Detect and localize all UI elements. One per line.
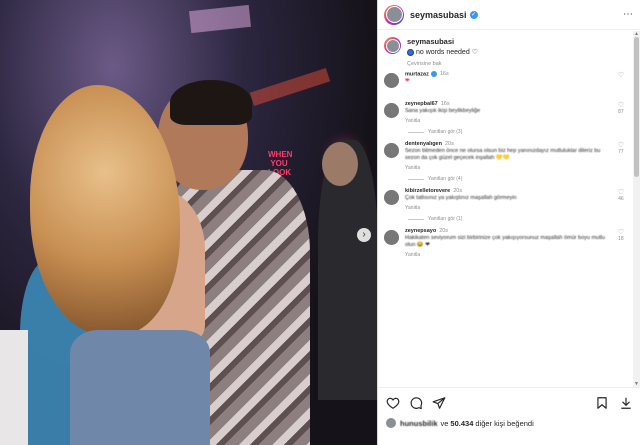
download-icon[interactable]: [619, 396, 633, 410]
bookmark-icon[interactable]: [595, 396, 609, 410]
view-replies-link[interactable]: Yanıtları gör (3): [408, 129, 632, 137]
verified-badge-icon: ✓: [469, 10, 478, 19]
comment-text: ❤: [405, 78, 410, 85]
comment-like-button[interactable]: ♡ 87: [618, 101, 624, 115]
avatar[interactable]: [384, 4, 404, 25]
next-photo-chevron-icon[interactable]: ›: [357, 228, 371, 242]
club-light: [249, 67, 331, 107]
comment-time: 20s: [453, 188, 463, 194]
liker-avatar[interactable]: [386, 418, 396, 428]
comment-item: kibirzelletorevere 20s Çok tatlısınız ya …: [378, 184, 632, 216]
background-person-head: [322, 142, 358, 186]
comment-username[interactable]: zeynepsayo: [405, 228, 436, 234]
comment-text: Çok tatlısınız ya yakıştınız maşallah gö…: [405, 195, 517, 201]
reply-link[interactable]: Yanıtla: [405, 165, 615, 172]
post-header: seymasubasi ✓ ⋯: [378, 0, 640, 30]
comment-like-button[interactable]: ♡ 46: [618, 188, 624, 202]
view-replies-link[interactable]: Yanıtları gör (1): [408, 216, 632, 224]
comment-like-count: 87: [618, 109, 624, 115]
reply-link[interactable]: Yanıtla: [405, 118, 615, 125]
comment-like-button[interactable]: ♡: [618, 71, 624, 79]
liker-username[interactable]: hunusbilik: [400, 419, 438, 428]
more-options-icon[interactable]: ⋯: [623, 9, 634, 20]
commenter-avatar[interactable]: [384, 73, 399, 88]
comment-time: 20s: [439, 228, 449, 234]
comment-item: zeynepbal67 16s Sana yakışık ikişi beylik…: [378, 97, 632, 129]
comment-time: 20s: [444, 141, 454, 147]
club-light: [189, 4, 251, 34]
commenter-avatar[interactable]: [384, 230, 399, 245]
nazar-emoji-icon: [407, 48, 414, 56]
man-hair: [170, 80, 252, 125]
background-person: [0, 330, 28, 445]
commenter-avatar[interactable]: [384, 103, 399, 118]
comment-text: Sezon bitmeden önce ne olursa olsun biz …: [405, 148, 601, 161]
commenter-avatar[interactable]: [384, 143, 399, 158]
post-side-panel: seymasubasi ✓ ⋯ seymasubasi no words nee…: [377, 0, 640, 445]
woman-hair: [30, 85, 180, 335]
comment-time: 16s: [440, 101, 450, 107]
woman-dress: [70, 330, 210, 445]
caption: seymasubasi no words needed ♡: [378, 31, 632, 58]
view-replies-label: Yanıtları gör (1): [428, 216, 463, 222]
comment-like-button[interactable]: ♡ 18: [618, 228, 624, 242]
post-photo[interactable]: WHEN YOU LOOK ›: [0, 0, 377, 445]
comment-like-button[interactable]: ♡ 77: [618, 141, 624, 155]
comment-text: Hakikaten seviyorum sizi birbirinize çok…: [405, 235, 605, 248]
action-bar: [378, 388, 640, 410]
comment-username[interactable]: zeynepbal67: [405, 101, 438, 107]
reply-link[interactable]: Yanıtla: [405, 252, 615, 259]
comment-time: 16s: [439, 71, 449, 78]
caption-text: no words needed: [416, 48, 470, 56]
heart-icon[interactable]: [386, 396, 400, 410]
view-replies-link[interactable]: Yanıtları gör (4): [408, 176, 632, 184]
heart-outline-icon: ♡: [471, 49, 478, 56]
likes-summary: hunusbilik ve 50.434 diğer kişi beğendi: [378, 410, 640, 428]
share-icon[interactable]: [432, 396, 446, 410]
caption-username[interactable]: seymasubasi: [407, 37, 478, 46]
likes-prefix: ve: [440, 418, 449, 428]
comments-scrollbar[interactable]: ▲ ▼: [633, 31, 640, 387]
comment-text: Sana yakışık ikişi beylikbeyliğe: [405, 108, 481, 114]
header-username[interactable]: seymasubasi: [410, 10, 467, 20]
comment-item: zeynepsayo 20s Hakikaten seviyorum sizi b…: [378, 224, 632, 263]
view-replies-label: Yanıtları gör (3): [428, 129, 463, 135]
caption-avatar[interactable]: [384, 37, 401, 54]
comment-like-count: 46: [618, 196, 624, 202]
comment-icon[interactable]: [409, 396, 423, 410]
likes-count[interactable]: 50.434: [450, 419, 473, 428]
view-replies-label: Yanıtları gör (4): [428, 176, 463, 182]
comments-scroll-area[interactable]: seymasubasi no words needed ♡ Çevirisine…: [378, 31, 632, 387]
comment-item: dentenyalıgen 20s Sezon bitmeden önce ne …: [378, 137, 632, 176]
comment-like-count: 77: [618, 149, 624, 155]
comment-like-count: 18: [618, 236, 624, 242]
comment-username[interactable]: murtazaz: [405, 71, 429, 77]
comment-username[interactable]: kibirzelletorevere: [405, 188, 450, 194]
post-viewer: WHEN YOU LOOK › seymasubasi ✓ ⋯ seymasub…: [0, 0, 640, 445]
post-footer: hunusbilik ve 50.434 diğer kişi beğendi: [378, 387, 640, 445]
comment-item: murtazaz 16s ❤ ♡: [378, 67, 632, 97]
verified-badge-icon: [430, 71, 437, 77]
commenter-avatar[interactable]: [384, 190, 399, 205]
comment-username[interactable]: dentenyalıgen: [405, 141, 442, 147]
likes-suffix: diğer kişi beğendi: [475, 418, 534, 428]
reply-link[interactable]: Yanıtla: [405, 205, 615, 212]
scrollbar-thumb[interactable]: [634, 37, 639, 177]
